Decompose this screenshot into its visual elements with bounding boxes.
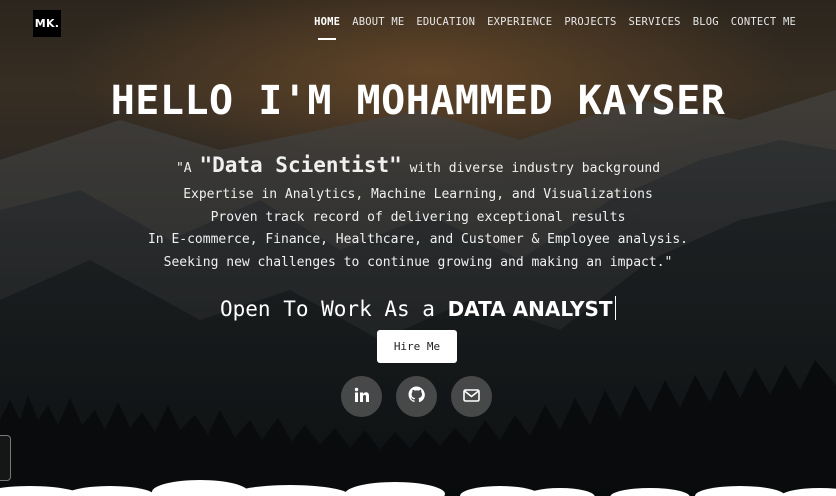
- intro-line: Proven track record of delivering except…: [210, 209, 626, 225]
- intro-line: Expertise in Analytics, Machine Learning…: [183, 187, 653, 202]
- github-link[interactable]: [396, 376, 437, 417]
- email-icon: [463, 387, 480, 406]
- nav-item-experience[interactable]: EXPERIENCE: [487, 16, 552, 32]
- social-links: [341, 376, 492, 417]
- typed-role: DATA ANALYST: [447, 297, 613, 321]
- typing-cursor: [614, 296, 616, 320]
- email-link[interactable]: [451, 376, 492, 417]
- open-to-work: Open To Work As a DATA ANALYST: [0, 296, 836, 321]
- intro-line: Seeking new challenges to continue growi…: [163, 254, 673, 270]
- site-logo[interactable]: MK.: [33, 10, 61, 37]
- nav-item-blog[interactable]: BLOG: [693, 16, 719, 32]
- linkedin-link[interactable]: [341, 376, 382, 417]
- linkedin-icon: [354, 387, 370, 407]
- intro-line: In E-commerce, Finance, Healthcare, and …: [147, 232, 689, 247]
- intro-highlight: "Data Scientist": [199, 153, 402, 177]
- intro-prefix: "A: [175, 161, 200, 176]
- nav-item-contact[interactable]: CONTECT ME: [731, 16, 796, 32]
- main-nav: HOME ABOUT ME EDUCATION EXPERIENCE PROJE…: [314, 16, 796, 40]
- nav-item-projects[interactable]: PROJECTS: [564, 16, 616, 32]
- page-title: HELLO I'M MOHAMMED KAYSER: [110, 78, 726, 124]
- intro-first-line: "A "Data Scientist" with diverse industr…: [0, 150, 836, 184]
- hire-me-button[interactable]: Hire Me: [377, 330, 457, 363]
- intro-suffix: with diverse industry background: [401, 161, 661, 176]
- github-icon: [408, 386, 425, 407]
- nav-item-education[interactable]: EDUCATION: [416, 16, 475, 32]
- intro-text: "A "Data Scientist" with diverse industr…: [0, 150, 836, 274]
- open-to-work-prefix: Open To Work As a: [220, 297, 448, 321]
- nav-item-services[interactable]: SERVICES: [629, 16, 681, 32]
- nav-item-home[interactable]: HOME: [314, 16, 340, 40]
- bottom-cloud-divider: [0, 480, 836, 496]
- nav-item-about[interactable]: ABOUT ME: [352, 16, 404, 32]
